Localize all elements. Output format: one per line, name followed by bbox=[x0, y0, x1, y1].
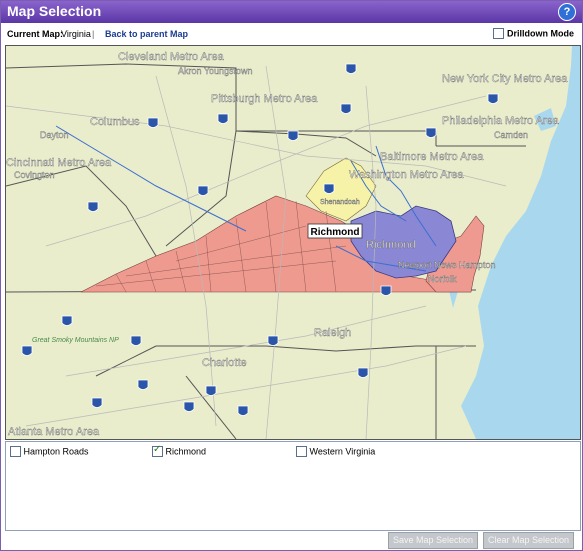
map-canvas[interactable]: Cleveland Metro Area Akron Youngstown Pi… bbox=[6, 46, 580, 439]
window-title: Map Selection bbox=[7, 3, 102, 19]
callout-label: Richmond bbox=[311, 227, 360, 238]
toolbar: Current Map: Virginia | Back to parent M… bbox=[1, 25, 582, 43]
region-item-richmond[interactable]: Richmond bbox=[152, 444, 207, 458]
title-bar: Map Selection ? bbox=[1, 1, 582, 23]
label-baltimore: Baltimore Metro Area bbox=[380, 151, 484, 163]
label-norfolk: Norfolk bbox=[428, 274, 457, 284]
drilldown-label: Drilldown Mode bbox=[507, 28, 574, 39]
drilldown-checkbox[interactable] bbox=[493, 28, 505, 40]
label-washington: Washington Metro Area bbox=[349, 169, 464, 181]
label-columbus: Columbus bbox=[90, 116, 140, 128]
hampton-roads-checkbox[interactable] bbox=[10, 446, 21, 458]
label-camden: Camden bbox=[494, 130, 528, 140]
label-cleveland: Cleveland Metro Area bbox=[118, 51, 225, 63]
label-cincinnati: Cincinnati Metro Area bbox=[6, 157, 112, 169]
label-raleigh: Raleigh bbox=[314, 327, 351, 339]
label-hampton: Newport News Hampton bbox=[398, 260, 496, 270]
region-item-western-virginia[interactable]: Western Virginia bbox=[296, 446, 376, 458]
label-charlotte: Charlotte bbox=[202, 357, 247, 369]
label-akron: Akron Youngstown bbox=[178, 66, 253, 76]
region-label: Richmond bbox=[165, 446, 207, 457]
drilldown-mode-toggle[interactable]: Drilldown Mode bbox=[493, 28, 574, 40]
label-atlanta: Atlanta Metro Area bbox=[8, 426, 100, 438]
region-label: Hampton Roads bbox=[23, 446, 89, 457]
label-nyc: New York City Metro Area bbox=[442, 73, 568, 85]
current-map-label: Current Map: bbox=[7, 29, 63, 39]
clear-map-selection-button[interactable]: Clear Map Selection bbox=[483, 532, 575, 549]
label-dayton: Dayton bbox=[40, 130, 69, 140]
label-covington: Covington bbox=[14, 170, 55, 180]
help-icon[interactable]: ? bbox=[558, 3, 576, 21]
label-pittsburgh: Pittsburgh Metro Area bbox=[211, 93, 318, 105]
western-virginia-checkbox[interactable] bbox=[296, 446, 307, 458]
region-checklist: Hampton Roads Richmond Western Virginia bbox=[5, 441, 581, 531]
map-selection-window: Map Selection ? Current Map: Virginia | … bbox=[0, 0, 583, 551]
toolbar-separator: | bbox=[92, 29, 95, 39]
label-shenandoah: Shenandoah bbox=[320, 199, 360, 206]
selected-region-callout: Richmond bbox=[307, 223, 363, 239]
region-item-hampton-roads[interactable]: Hampton Roads bbox=[10, 446, 89, 458]
current-map-value: Virginia bbox=[61, 29, 91, 39]
label-richmond-overlay: Richmond bbox=[366, 239, 416, 251]
region-label: Western Virginia bbox=[309, 446, 376, 457]
label-philly: Philadelphia Metro Area bbox=[442, 115, 560, 127]
label-smoky: Great Smoky Mountains NP bbox=[32, 337, 119, 344]
richmond-checkbox[interactable] bbox=[152, 444, 163, 458]
save-map-selection-button[interactable]: Save Map Selection bbox=[388, 532, 479, 549]
region-map[interactable]: Cleveland Metro Area Akron Youngstown Pi… bbox=[5, 45, 581, 440]
back-to-parent-map-link[interactable]: Back to parent Map bbox=[105, 29, 188, 39]
